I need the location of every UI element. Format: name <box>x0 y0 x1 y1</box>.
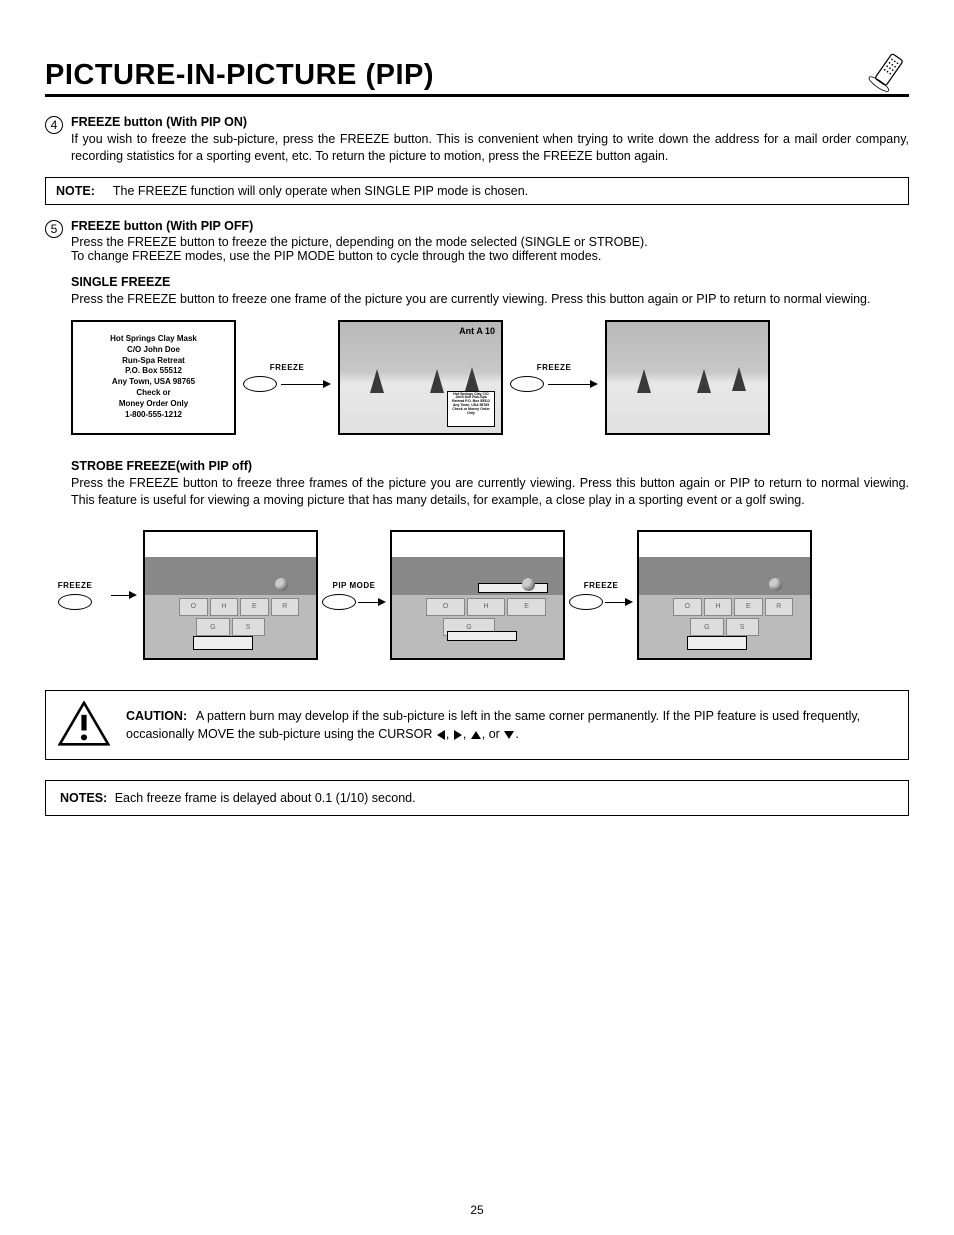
freeze-button-icon <box>510 376 544 392</box>
freeze-button-icon <box>243 376 277 392</box>
freeze-label: FREEZE <box>270 363 305 372</box>
diagram2-freeze-col-1: FREEZE <box>45 581 105 610</box>
caution-text: CAUTION: A pattern burn may develop if t… <box>126 707 896 743</box>
step-4-heading: FREEZE button (With PIP ON) <box>71 115 909 129</box>
single-freeze-heading: SINGLE FREEZE <box>71 275 909 289</box>
single-freeze-body: Press the FREEZE button to freeze one fr… <box>71 291 909 308</box>
notes-text: Each freeze frame is delayed about 0.1 (… <box>115 791 416 805</box>
diagram-screen-sport-3: OH ER GS <box>637 530 812 660</box>
page-header: PICTURE-IN-PICTURE (PIP) <box>45 50 909 97</box>
caution-box: CAUTION: A pattern burn may develop if t… <box>45 690 909 760</box>
arrow-icon <box>548 380 598 388</box>
note-label: NOTE: <box>56 184 95 198</box>
caution-label: CAUTION: <box>126 709 187 723</box>
cursor-down-icon <box>504 731 514 739</box>
step-5-heading: FREEZE button (With PIP OFF) <box>71 219 909 233</box>
freeze-button-icon <box>58 594 92 610</box>
strobe-freeze-diagram: FREEZE OH ER GS PIP MODE OH E G FRE <box>45 530 909 660</box>
step-4-body: If you wish to freeze the sub-picture, p… <box>71 131 909 165</box>
pip-overlay: Hot Springs Clay C/O John Doe Run-Spa Re… <box>447 391 495 427</box>
notes-box: NOTES: Each freeze frame is delayed abou… <box>45 780 909 816</box>
step-number-5: 5 <box>45 220 63 238</box>
notes-label: NOTES: <box>60 791 107 805</box>
strobe-freeze-section: STROBE FREEZE(with PIP off) Press the FR… <box>71 459 909 509</box>
freeze-label: FREEZE <box>537 363 572 372</box>
freeze-label: FREEZE <box>584 581 619 590</box>
arrow-icon <box>605 598 633 606</box>
step-4: 4 FREEZE button (With PIP ON) If you wis… <box>45 115 909 165</box>
caution-triangle-icon <box>58 701 110 749</box>
cursor-left-icon <box>437 730 445 740</box>
arrow-icon <box>111 591 137 599</box>
single-freeze-diagram: Hot Springs Clay Mask C/O John Doe Run-S… <box>71 320 909 435</box>
diagram-screen-sport-2: OH E G <box>390 530 565 660</box>
single-freeze-section: SINGLE FREEZE Press the FREEZE button to… <box>71 275 909 308</box>
ant-label: Ant A 10 <box>459 326 495 336</box>
diagram-screen-mailorder: Hot Springs Clay Mask C/O John Doe Run-S… <box>71 320 236 435</box>
step-5-line1: Press the FREEZE button to freeze the pi… <box>71 235 909 249</box>
cursor-up-icon <box>471 731 481 739</box>
diagram-screen-snowy-pip: Ant A 10 Hot Springs Clay C/O John Doe R… <box>338 320 503 435</box>
strobe-freeze-heading: STROBE FREEZE(with PIP off) <box>71 459 909 473</box>
freeze-label: FREEZE <box>58 581 93 590</box>
diagram2-pipmode-col: PIP MODE <box>324 581 384 610</box>
strobe-freeze-body: Press the FREEZE button to freeze three … <box>71 475 909 509</box>
diagram-screen-sport-1: OH ER GS <box>143 530 318 660</box>
page-title: PICTURE-IN-PICTURE (PIP) <box>45 59 434 92</box>
pip-mode-label: PIP MODE <box>333 581 376 590</box>
step-5-line2: To change FREEZE modes, use the PIP MODE… <box>71 249 909 263</box>
page-number: 25 <box>0 1203 954 1217</box>
remote-control-icon <box>867 50 909 92</box>
cursor-right-icon <box>454 730 462 740</box>
step-5: 5 FREEZE button (With PIP OFF) Press the… <box>45 219 909 263</box>
diagram2-freeze-col-2: FREEZE <box>571 581 631 610</box>
diagram-arrow-freeze-1: FREEZE <box>242 363 332 392</box>
arrow-icon <box>281 380 331 388</box>
diagram-arrow-freeze-2: FREEZE <box>509 363 599 392</box>
note-box: NOTE: The FREEZE function will only oper… <box>45 177 909 205</box>
arrow-icon <box>358 598 386 606</box>
freeze-button-icon <box>569 594 603 610</box>
diagram-screen-snowy <box>605 320 770 435</box>
pip-mode-button-icon <box>322 594 356 610</box>
note-text: The FREEZE function will only operate wh… <box>113 184 528 198</box>
step-number-4: 4 <box>45 116 63 134</box>
